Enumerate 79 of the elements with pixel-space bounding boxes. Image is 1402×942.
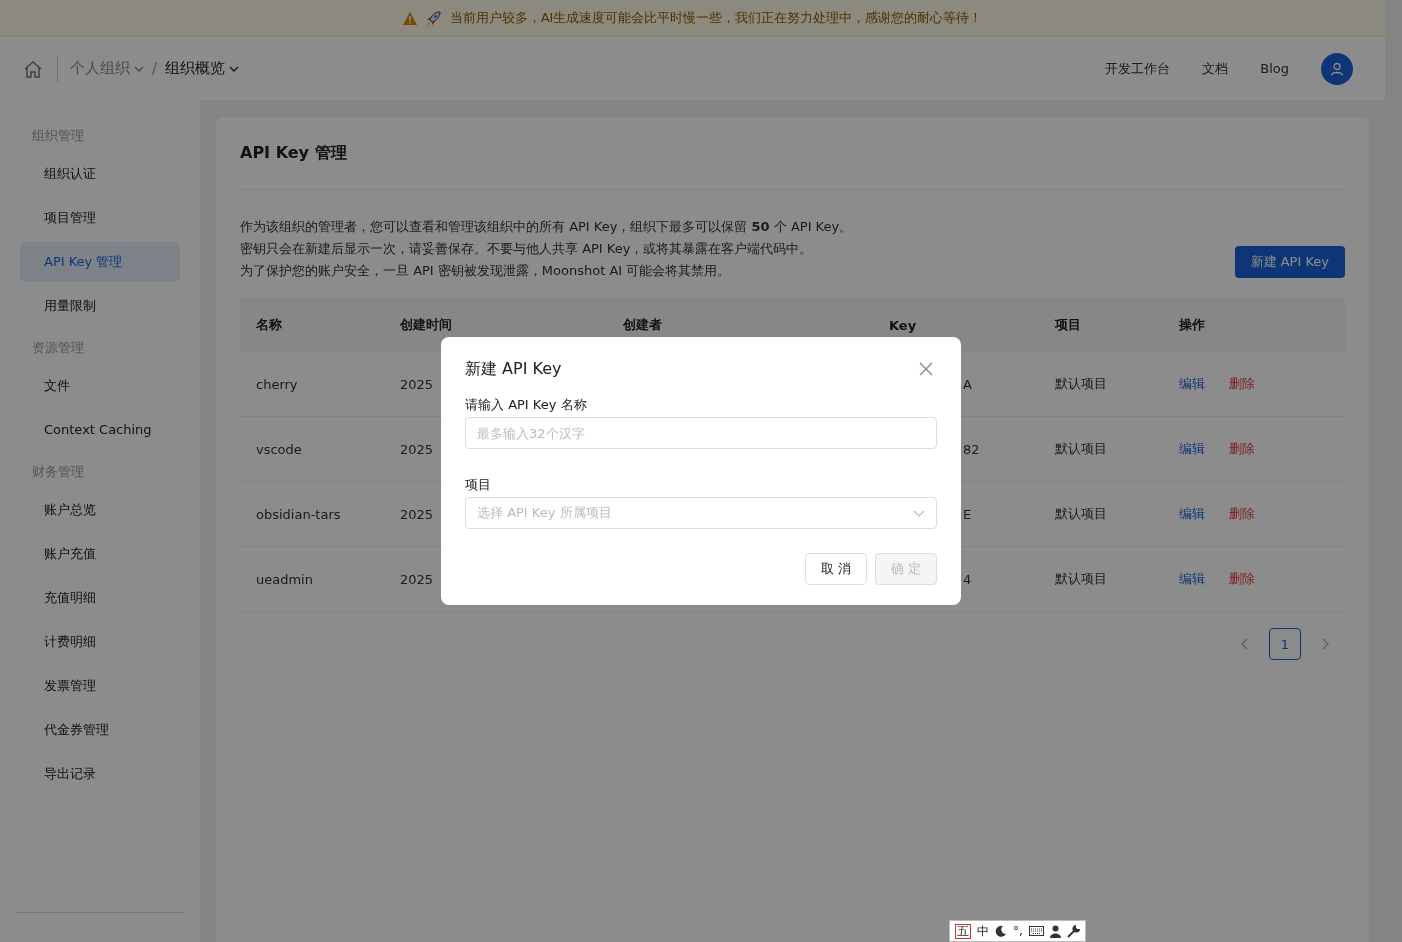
- next-page-icon[interactable]: [1321, 638, 1329, 650]
- chevron-down-icon: [913, 509, 925, 517]
- sidebar-item[interactable]: 账户总览: [20, 490, 180, 530]
- table-cell: 2025: [400, 506, 434, 522]
- nav-link[interactable]: 开发工作台: [1105, 59, 1171, 78]
- chevron-down-icon: [229, 65, 240, 72]
- description-text: 密钥只会在新建后显示一次，请妥善保存。不要与他人共享 API Key，或将其暴露在客户端代码中。: [240, 240, 814, 258]
- close-icon[interactable]: [919, 362, 933, 376]
- column-header: 创建者: [623, 317, 662, 332]
- table-cell: 默认项目: [1055, 506, 1107, 521]
- column-header: 名称: [256, 317, 282, 332]
- wrench-icon[interactable]: [1066, 924, 1080, 938]
- sidebar-item[interactable]: 文件: [20, 366, 180, 406]
- edit-link[interactable]: 编辑: [1179, 441, 1205, 456]
- chevron-down-icon: [134, 65, 144, 72]
- ime-button[interactable]: °,: [1013, 924, 1023, 938]
- description-text: 作为该组织的管理者，您可以查看和管理该组织中的所有 API Key，组织下最多可以保留 50 个 API Key。: [240, 218, 854, 236]
- column-header: 创建时间: [400, 317, 452, 332]
- sidebar-item[interactable]: 计费明细: [20, 622, 180, 662]
- table-cell: 82: [963, 441, 980, 457]
- column-header: 项目: [1055, 317, 1081, 332]
- new-api-key-button[interactable]: 新建 API Key: [1234, 246, 1345, 278]
- table-cell: A: [963, 376, 972, 392]
- sidebar-item[interactable]: 充值明细: [20, 578, 180, 618]
- breadcrumb-dropdown[interactable]: 组织概览: [165, 59, 240, 78]
- nav-link[interactable]: 文档: [1202, 59, 1229, 78]
- table-cell: E: [963, 506, 972, 522]
- sidebar-item[interactable]: 发票管理: [20, 666, 180, 706]
- avatar-button[interactable]: [1321, 52, 1353, 85]
- sidebar-item[interactable]: 导出记录: [20, 754, 180, 794]
- column-header: Key: [889, 317, 917, 333]
- warning-icon: [402, 11, 417, 25]
- delete-link[interactable]: 删除: [1229, 506, 1255, 521]
- home-icon[interactable]: [23, 59, 43, 78]
- edit-link[interactable]: 编辑: [1179, 506, 1205, 521]
- name-input-field[interactable]: 最多输入32个汉字: [465, 417, 937, 449]
- moon-icon[interactable]: [995, 925, 1007, 937]
- sidebar-item[interactable]: 用量限制: [20, 286, 180, 326]
- sidebar-item[interactable]: Context Caching: [20, 410, 180, 450]
- sidebar-item[interactable]: 项目管理: [20, 198, 180, 238]
- page-button[interactable]: 1: [1269, 628, 1301, 660]
- ime-button[interactable]: 五: [955, 923, 971, 939]
- sidebar-item[interactable]: 组织认证: [20, 154, 180, 194]
- field-label: 项目: [465, 476, 492, 494]
- table-cell: cherry: [256, 376, 298, 392]
- edit-link[interactable]: 编辑: [1179, 376, 1205, 391]
- ime-button[interactable]: 中: [977, 922, 989, 940]
- rocket-icon: [424, 9, 442, 27]
- user-icon: [1330, 61, 1344, 76]
- table-cell: 默认项目: [1055, 571, 1107, 586]
- table-cell: 默认项目: [1055, 441, 1107, 456]
- previous-page-icon[interactable]: [1241, 638, 1249, 650]
- keyboard-icon[interactable]: [1028, 926, 1044, 936]
- breadcrumb-separator: /: [152, 59, 158, 78]
- table-cell: obsidian-tars: [256, 506, 341, 522]
- field-label: 请输入 API Key 名称: [465, 396, 588, 414]
- table-cell: vscode: [256, 441, 302, 457]
- delete-link[interactable]: 删除: [1229, 376, 1255, 391]
- edit-link[interactable]: 编辑: [1179, 571, 1205, 586]
- banner-text: 当前用户较多，AI生成速度可能会比平时慢一些，我们正在努力处理中，感谢您的耐心等待！: [449, 9, 983, 27]
- delete-link[interactable]: 删除: [1229, 571, 1255, 586]
- delete-link[interactable]: 删除: [1229, 441, 1255, 456]
- cancel-button[interactable]: 取 消: [804, 553, 867, 585]
- table-cell: 2025: [400, 571, 434, 587]
- description-text: 为了保护您的账户安全，一旦 API 密钥被发现泄露，Moonshot AI 可能会将其禁用。: [240, 262, 732, 280]
- sidebar-item[interactable]: 代金券管理: [20, 710, 180, 750]
- scrollbar[interactable]: [1385, 0, 1402, 942]
- table-cell: 默认项目: [1055, 376, 1107, 391]
- table-cell: 2025: [400, 441, 434, 457]
- nav-link[interactable]: Blog: [1260, 61, 1289, 76]
- table-cell: 2025: [400, 376, 434, 392]
- column-header: 操作: [1179, 317, 1205, 332]
- page-title: API Key 管理: [240, 142, 348, 164]
- sidebar-item[interactable]: API Key 管理: [20, 242, 180, 282]
- table-cell: ueadmin: [256, 571, 313, 587]
- dialog-title: 新建 API Key: [465, 358, 562, 380]
- table-cell: 4: [963, 571, 972, 587]
- sidebar-item[interactable]: 账户充值: [20, 534, 180, 574]
- person-icon[interactable]: [1049, 924, 1061, 938]
